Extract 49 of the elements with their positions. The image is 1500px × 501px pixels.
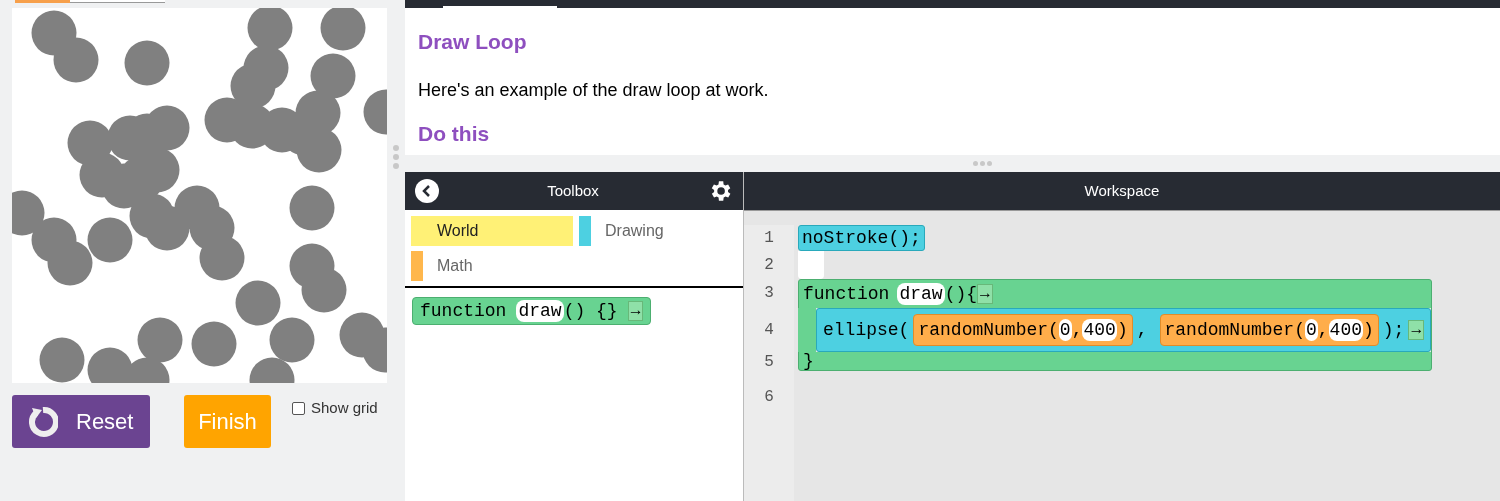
function-name-field[interactable]: draw bbox=[897, 283, 945, 305]
resize-handle[interactable] bbox=[973, 161, 992, 166]
random-number-block[interactable]: randomNumber(0,400) bbox=[1159, 314, 1379, 346]
line-number: 6 bbox=[764, 387, 774, 408]
instructions-title: Draw Loop bbox=[418, 29, 528, 55]
line-number: 4 bbox=[764, 320, 774, 341]
brackets-text: () {} bbox=[563, 299, 618, 323]
show-grid-label: Show grid bbox=[311, 398, 378, 418]
number-field[interactable]: 0 bbox=[1058, 319, 1072, 341]
resize-handle[interactable] bbox=[393, 145, 399, 169]
random-number-block[interactable]: randomNumber(0,400) bbox=[913, 314, 1133, 346]
instructions-heading: Do this bbox=[418, 121, 491, 147]
workspace-title: Workspace bbox=[1084, 180, 1160, 201]
call-text: ellipse( bbox=[823, 318, 910, 342]
expand-button[interactable]: → bbox=[627, 301, 644, 321]
ellipse-block[interactable]: ellipse( randomNumber(0,400) , randomNumber(0,400) ); → bbox=[816, 308, 1431, 352]
comma-text: , bbox=[1317, 318, 1329, 342]
reset-button[interactable]: Reset bbox=[12, 395, 150, 448]
show-grid-checkbox[interactable] bbox=[292, 401, 305, 415]
line-number: 5 bbox=[764, 352, 774, 373]
call-text: randomNumber( bbox=[918, 318, 1059, 342]
keyword-text: function bbox=[420, 299, 507, 323]
brackets-text: (){ bbox=[944, 282, 978, 306]
category-tab[interactable]: Math bbox=[411, 251, 573, 281]
paren-text: ) bbox=[1363, 318, 1374, 342]
category-tab[interactable]: World bbox=[411, 216, 573, 246]
line-number: 3 bbox=[764, 283, 774, 304]
comma-text: , bbox=[1071, 318, 1083, 342]
brace-text: } bbox=[803, 352, 814, 370]
function-block[interactable]: function draw() {} → bbox=[412, 297, 652, 325]
collapse-icon[interactable] bbox=[415, 179, 439, 203]
function-name-field[interactable]: draw bbox=[516, 300, 564, 322]
paren-text: ); bbox=[1382, 318, 1405, 342]
paren-text: ) bbox=[1116, 318, 1128, 342]
line-number: 2 bbox=[764, 255, 774, 276]
number-field[interactable]: 400 bbox=[1328, 319, 1363, 341]
function-block[interactable]: function draw(){ → ellipse( randomNumber(0,400) , randomNumber(0,400) ); → } bbox=[798, 279, 1432, 371]
number-field[interactable]: 400 bbox=[1082, 319, 1117, 341]
expand-button[interactable]: → bbox=[977, 284, 993, 304]
number-field[interactable]: 0 bbox=[1304, 319, 1318, 341]
refresh-icon bbox=[28, 405, 58, 438]
instructions-text: Here's an example of the draw loop at work. bbox=[418, 79, 770, 102]
call-text: randomNumber( bbox=[1164, 318, 1305, 342]
drop-slot bbox=[798, 251, 824, 279]
toolbox-title: Toolbox bbox=[546, 180, 600, 201]
keyword-text: function bbox=[803, 282, 890, 306]
comma-text: , bbox=[1136, 318, 1148, 342]
expand-button[interactable]: → bbox=[1408, 320, 1424, 340]
line-number: 1 bbox=[764, 228, 774, 249]
